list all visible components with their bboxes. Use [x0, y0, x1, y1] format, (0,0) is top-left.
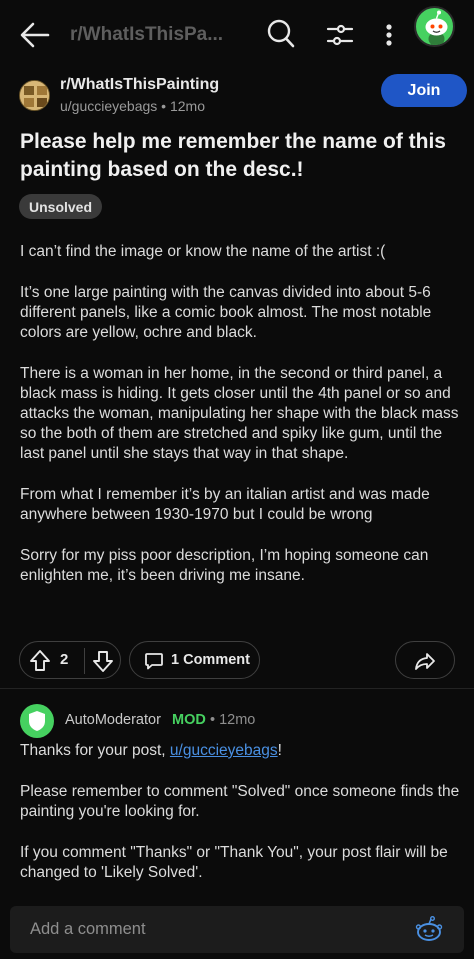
snoo-emote-button[interactable]: [414, 915, 444, 945]
add-comment-placeholder: Add a comment: [30, 920, 146, 938]
downvote-button[interactable]: [92, 649, 114, 673]
comment-bubble-icon: [145, 653, 163, 670]
section-divider: [0, 688, 474, 689]
comment-text: Thanks for your post,: [20, 742, 170, 759]
post-paragraph: Sorry for my piss poor description, I’m …: [20, 547, 429, 584]
vote-divider: [84, 648, 85, 674]
subreddit-title[interactable]: r/WhatIsThisPa...: [70, 24, 223, 46]
snoo-emote-icon: [415, 916, 443, 941]
comment-author[interactable]: AutoModerator: [65, 712, 161, 728]
comments-button[interactable]: 1 Comment: [129, 641, 260, 679]
more-options-button[interactable]: [378, 20, 400, 50]
vote-control: 2: [19, 641, 121, 679]
comment-body: Thanks for your post, u/guccieyebags! Pl…: [20, 741, 460, 904]
post-meta[interactable]: u/guccieyebags • 12mo: [60, 98, 205, 114]
automoderator-avatar[interactable]: [20, 704, 54, 738]
more-vertical-icon: [386, 24, 392, 46]
filter-sliders-icon: [326, 24, 354, 46]
post-body: I can’t find the image or know the name …: [20, 242, 460, 607]
post-title: Please help me remember the name of this…: [20, 130, 446, 181]
shield-icon: [29, 711, 45, 731]
post-paragraph: It’s one large painting with the canvas …: [20, 284, 432, 341]
search-icon: [267, 19, 295, 48]
comments-count-label: 1 Comment: [171, 652, 250, 668]
share-arrow-icon: [415, 653, 435, 670]
user-mention-link[interactable]: u/guccieyebags: [170, 742, 278, 759]
comment-paragraph: If you comment "Thanks" or "Thank You", …: [20, 844, 448, 881]
join-button[interactable]: Join: [381, 74, 467, 107]
upvote-arrow-icon: [30, 650, 50, 671]
snoo-avatar-icon: [425, 10, 448, 45]
filter-button[interactable]: [326, 20, 354, 50]
downvote-arrow-icon: [93, 651, 113, 672]
post-paragraph: From what I remember it’s by an italian …: [20, 486, 430, 523]
search-button[interactable]: [266, 18, 296, 50]
user-avatar[interactable]: [414, 6, 455, 47]
subreddit-avatar[interactable]: [19, 80, 50, 111]
back-arrow-icon: [20, 22, 50, 48]
top-bar: r/WhatIsThisPa...: [0, 0, 474, 70]
comment-time: • 12mo: [210, 712, 256, 728]
comment-paragraph: Thanks for your post, u/guccieyebags!: [20, 741, 460, 761]
share-button[interactable]: [395, 641, 455, 679]
back-button[interactable]: [18, 18, 52, 52]
comment-paragraph: Please remember to comment "Solved" once…: [20, 783, 460, 820]
post-paragraph: There is a woman in her home, in the sec…: [20, 365, 459, 462]
subreddit-name[interactable]: r/WhatIsThisPainting: [60, 76, 219, 94]
upvote-button[interactable]: [29, 649, 51, 673]
post-paragraph: I can’t find the image or know the name …: [20, 243, 386, 260]
add-comment-input[interactable]: Add a comment: [10, 906, 464, 953]
painting-thumbnail-icon: [20, 81, 49, 110]
mod-badge: MOD: [172, 712, 206, 728]
post-flair[interactable]: Unsolved: [19, 194, 103, 219]
vote-count: 2: [60, 651, 69, 668]
comment-text: !: [277, 742, 282, 759]
